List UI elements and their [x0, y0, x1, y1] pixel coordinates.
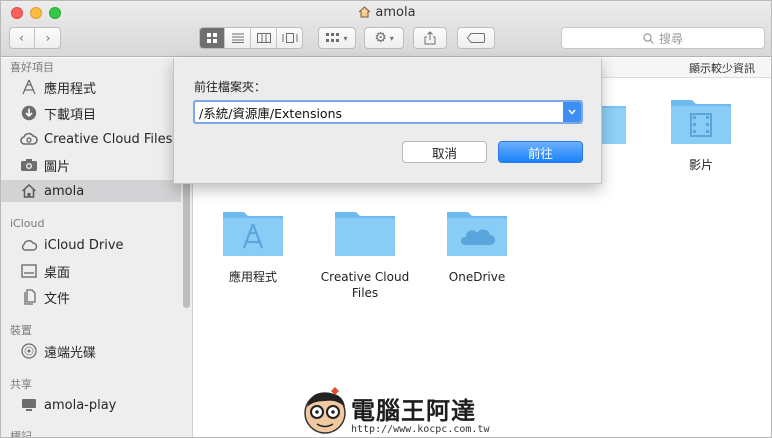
- tag-icon: [467, 33, 485, 43]
- search-field[interactable]: 搜尋: [561, 27, 765, 49]
- columns-icon: [256, 33, 271, 43]
- back-button[interactable]: ‹: [9, 28, 35, 48]
- folder-path-input[interactable]: /系統/資源庫/Extensions: [195, 103, 563, 122]
- sidebar-item-label: 下載項目: [44, 107, 97, 123]
- sidebar-item-label: Creative Cloud Files: [44, 131, 173, 147]
- movies-folder-icon: [671, 100, 731, 144]
- action-button[interactable]: ⚙ ▾: [364, 27, 404, 49]
- applications-icon: [19, 78, 39, 96]
- icon-grid-icon: [206, 33, 217, 43]
- sidebar-scrollbar[interactable]: [183, 178, 190, 308]
- tags-button[interactable]: [457, 27, 495, 49]
- sidebar-item-downloads[interactable]: 下載項目: [1, 102, 181, 124]
- chevron-down-icon: ▾: [343, 33, 348, 43]
- folder-path-combobox[interactable]: /系統/資源庫/Extensions: [193, 100, 583, 124]
- cloud-icon: [19, 236, 39, 254]
- sidebar-item-pictures[interactable]: 圖片: [1, 154, 181, 176]
- mascot-face-icon: [304, 387, 346, 434]
- show-less-button[interactable]: 顯示較少資訊: [689, 60, 755, 76]
- folder-item-onedrive[interactable]: OneDrive: [422, 208, 532, 285]
- sidebar-item-documents[interactable]: 文件: [1, 286, 181, 308]
- chevron-down-icon: [568, 109, 576, 115]
- pictures-icon: [19, 156, 39, 174]
- applications-folder-icon: [223, 212, 283, 256]
- chevron-right-icon: ›: [45, 31, 51, 45]
- sidebar-item-desktop[interactable]: 桌面: [1, 260, 181, 282]
- folder-label: OneDrive: [448, 270, 506, 284]
- sidebar-section-icloud: iCloud: [10, 217, 45, 230]
- watermark-logo: 電腦王阿達 http://www.kocpc.com.tw: [301, 387, 489, 437]
- disc-icon: [19, 342, 39, 360]
- chevron-left-icon: ‹: [19, 31, 24, 45]
- sidebar-item-icloud-drive[interactable]: iCloud Drive: [1, 234, 181, 256]
- finder-window: amola ‹ › ▾ ⚙ ▾ 搜尋 喜好項目 應用程式 下載項目 Creati…: [0, 0, 772, 438]
- folder-label: 應用程式: [228, 270, 277, 284]
- share-icon: [424, 31, 436, 45]
- sidebar-item-label: 文件: [44, 291, 71, 307]
- sidebar-item-creative-cloud[interactable]: Creative Cloud Files: [1, 128, 181, 150]
- downloads-icon: [19, 104, 39, 122]
- sidebar-item-amola[interactable]: amola: [1, 180, 181, 202]
- cancel-button[interactable]: 取消: [402, 141, 487, 163]
- computer-icon: [19, 396, 39, 414]
- arrange-button[interactable]: ▾: [318, 27, 356, 49]
- sidebar-section-tags: 標記: [10, 430, 32, 438]
- chevron-down-icon: ▾: [389, 33, 394, 43]
- cover-flow-button[interactable]: [277, 28, 302, 48]
- sidebar-item-label: 應用程式: [44, 81, 97, 97]
- search-icon: [643, 32, 654, 44]
- sidebar-item-label: 圖片: [44, 159, 71, 175]
- nav-buttons: ‹ ›: [9, 27, 61, 49]
- sidebar-section-shared: 共享: [10, 378, 32, 391]
- sidebar-item-label: 遠端光碟: [44, 345, 97, 361]
- go-to-folder-prompt: 前往檔案夾：: [194, 80, 267, 94]
- folder-icon: [335, 212, 395, 256]
- list-view-button[interactable]: [225, 28, 251, 48]
- gear-icon: ⚙: [374, 30, 387, 46]
- desktop-icon: [19, 262, 39, 280]
- home-icon: [19, 182, 39, 200]
- documents-icon: [19, 288, 39, 306]
- folder-item-applications[interactable]: 應用程式: [198, 208, 308, 285]
- sidebar-item-applications[interactable]: 應用程式: [1, 76, 181, 98]
- view-mode-control: [199, 27, 303, 49]
- watermark-title: 電腦王阿達: [351, 397, 476, 425]
- folder-item-creative-cloud-files[interactable]: Creative Cloud Files: [310, 208, 420, 301]
- cover-flow-icon: [282, 33, 298, 43]
- window-title-text: amola: [375, 5, 416, 20]
- titlebar: amola ‹ › ▾ ⚙ ▾ 搜尋: [1, 1, 771, 57]
- onedrive-folder-icon: [447, 212, 507, 256]
- folder-label: 影片: [688, 158, 713, 172]
- sidebar: 喜好項目 應用程式 下載項目 Creative Cloud Files 圖片 a…: [1, 58, 193, 438]
- sidebar-item-remote-disc[interactable]: 遠端光碟: [1, 340, 181, 362]
- home-icon: [358, 6, 371, 22]
- arrange-grid-icon: [326, 33, 340, 42]
- sidebar-item-label: amola-play: [44, 397, 117, 413]
- creative-cloud-icon: [19, 130, 39, 148]
- folder-item-movies[interactable]: 影片: [646, 96, 756, 173]
- list-icon: [231, 33, 244, 43]
- folder-label: Creative Cloud Files: [320, 270, 410, 300]
- sidebar-section-devices: 裝置: [10, 324, 32, 337]
- icon-view-button[interactable]: [200, 28, 225, 48]
- go-button[interactable]: 前往: [498, 141, 583, 163]
- path-history-dropdown[interactable]: [563, 102, 581, 122]
- share-button[interactable]: [413, 27, 447, 49]
- sidebar-item-label: amola: [44, 183, 85, 199]
- forward-button[interactable]: ›: [35, 28, 61, 48]
- sidebar-section-favorites: 喜好項目: [10, 61, 54, 74]
- sidebar-item-label: iCloud Drive: [44, 237, 124, 253]
- go-to-folder-sheet: 前往檔案夾： /系統/資源庫/Extensions 取消 前往: [173, 58, 602, 184]
- search-placeholder: 搜尋: [658, 31, 683, 46]
- window-title: amola: [1, 5, 771, 22]
- sidebar-item-label: 桌面: [44, 265, 71, 281]
- column-view-button[interactable]: [251, 28, 277, 48]
- watermark-url: http://www.kocpc.com.tw: [351, 424, 490, 435]
- sidebar-item-amola-play[interactable]: amola-play: [1, 394, 181, 416]
